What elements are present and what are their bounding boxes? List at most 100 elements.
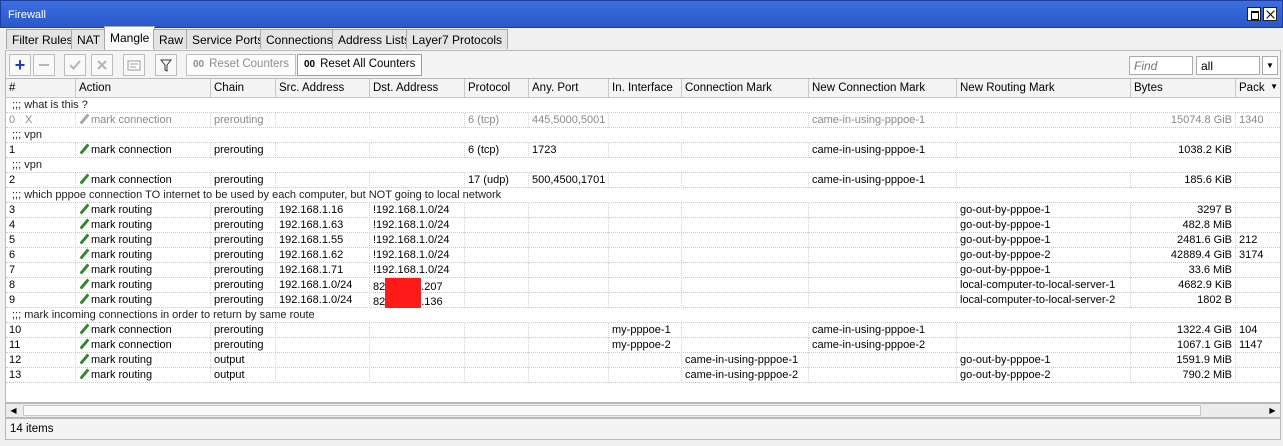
rule-new-connection-mark [809, 203, 957, 218]
rule-action-label: mark routing [91, 369, 153, 381]
rule-src-address [276, 323, 370, 338]
rule-in-interface [609, 173, 682, 188]
rule-src-address [276, 353, 370, 368]
tab-service-ports[interactable]: Service Ports [186, 29, 270, 49]
comment-button[interactable] [123, 54, 145, 76]
col-header-in-interface[interactable]: In. Interface [609, 79, 682, 98]
comment-row[interactable]: ;;; vpn [6, 158, 1280, 173]
filter-button[interactable] [155, 54, 177, 76]
add-button[interactable]: + [9, 54, 31, 76]
table-row[interactable]: 6 mark routing prerouting 192.168.1.62 !192.… [6, 248, 1280, 263]
comment-row[interactable]: ;;; which pppoe connection TO internet t… [6, 188, 1280, 203]
table-row[interactable]: 2 mark connection prerouting 17 (udp) 500,45… [6, 173, 1280, 188]
comment-row[interactable]: ;;; vpn [6, 128, 1280, 143]
tab-raw[interactable]: Raw [153, 29, 190, 49]
table-row[interactable]: 10 mark connection prerouting my-pppoe-1 cam… [6, 323, 1280, 338]
rule-packets: 3174 [1236, 248, 1280, 263]
comment-row[interactable]: ;;; mark incoming connections in order t… [6, 308, 1280, 323]
reset-all-counters-button[interactable]: 00 Reset All Counters [297, 54, 423, 76]
rule-flag: X [22, 113, 76, 128]
rule-connection-mark [682, 173, 809, 188]
col-header-new-connection-mark[interactable]: New Connection Mark [809, 79, 957, 98]
rule-dst-address: !192.168.1.0/24 [370, 218, 465, 233]
restore-window-button[interactable] [1247, 7, 1261, 21]
rule-any-port [529, 278, 609, 293]
table-row[interactable]: 3 mark routing prerouting 192.168.1.16 !192.… [6, 203, 1280, 218]
table-row[interactable]: 11 mark connection prerouting my-pppoe-2 cam… [6, 338, 1280, 353]
rule-any-port [529, 233, 609, 248]
rule-protocol [465, 203, 529, 218]
window-titlebar[interactable]: Firewall [0, 0, 1283, 28]
tab-address-lists[interactable]: Address Lists [332, 29, 417, 49]
close-window-button[interactable] [1263, 7, 1277, 21]
rule-number: 9 [9, 294, 16, 306]
rule-number: 13 [9, 369, 22, 381]
rule-action: mark routing [76, 248, 211, 263]
rule-in-interface [609, 263, 682, 278]
col-header-src-address[interactable]: Src. Address [276, 79, 370, 98]
rule-chain: prerouting [211, 203, 276, 218]
col-header-packets[interactable]: Pack ▼ [1236, 79, 1280, 98]
scroll-left-icon[interactable]: ◀ [6, 404, 21, 417]
tab-connections[interactable]: Connections [260, 29, 339, 49]
rule-new-connection-mark [809, 293, 957, 308]
rule-dst-address [370, 323, 465, 338]
col-header-any-port[interactable]: Any. Port [529, 79, 609, 98]
reset-all-counters-label: Reset All Counters [320, 58, 416, 70]
toolbar: + 00 Reset Counters 00 Reset All Counters … [5, 50, 1281, 78]
rule-src-address: 192.168.1.62 [276, 248, 370, 263]
remove-button[interactable] [33, 54, 55, 76]
rule-connection-mark [682, 338, 809, 353]
comment-row[interactable]: ;;; what is this ? [6, 98, 1280, 113]
table-row[interactable]: 12 mark routing output came-in-using-pppoe-… [6, 353, 1280, 368]
table-row[interactable]: 1 mark connection prerouting 6 (tcp) 1723 cam… [6, 143, 1280, 158]
table-row[interactable]: 0 Xmark connection prerouting 6 (tcp) 445,50… [6, 113, 1280, 128]
rule-dst-address: 82 .136 [370, 293, 465, 308]
table-row[interactable]: 9 mark routing prerouting 192.168.1.0/24 82.… [6, 293, 1280, 308]
tab-filter-rules[interactable]: Filter Rules [6, 29, 79, 49]
table-row[interactable]: 7 mark routing prerouting 192.168.1.71 !192.… [6, 263, 1280, 278]
rule-src-address [276, 173, 370, 188]
col-header-action[interactable]: Action [76, 79, 211, 98]
col-header-protocol[interactable]: Protocol [465, 79, 529, 98]
table-row[interactable]: 5 mark routing prerouting 192.168.1.55 !192.… [6, 233, 1280, 248]
table-row[interactable]: 13 mark routing output came-in-using-pppoe-… [6, 368, 1280, 383]
tab-layer7-protocols[interactable]: Layer7 Protocols [406, 29, 509, 49]
col-header-chain[interactable]: Chain [211, 79, 276, 98]
scrollbar-thumb[interactable] [23, 405, 1201, 416]
col-header-connection-mark[interactable]: Connection Mark [682, 79, 809, 98]
rule-action-label: mark routing [91, 354, 153, 366]
column-menu-icon[interactable]: ▼ [1270, 82, 1278, 91]
tab-nat[interactable]: NAT [71, 29, 107, 49]
scroll-right-icon[interactable]: ▶ [1265, 404, 1280, 417]
filter-select[interactable]: all [1196, 56, 1260, 75]
rule-protocol [465, 353, 529, 368]
col-header-number[interactable]: # [6, 79, 76, 98]
find-input[interactable] [1129, 56, 1193, 75]
rule-action: mark routing [76, 353, 211, 368]
rule-action-label: mark connection [91, 174, 172, 186]
rule-src-address [276, 368, 370, 383]
rule-comment: ;;; mark incoming connections in order t… [12, 309, 315, 321]
enable-button[interactable] [64, 54, 86, 76]
rule-bytes: 15074.8 GiB [1131, 113, 1236, 128]
rule-packets [1236, 353, 1280, 368]
col-header-dst-address[interactable]: Dst. Address [370, 79, 465, 98]
rule-chain: prerouting [211, 338, 276, 353]
rule-action: mark connection [76, 173, 211, 188]
col-header-bytes[interactable]: Bytes [1131, 79, 1236, 98]
table-row[interactable]: 4 mark routing prerouting 192.168.1.63 !192.… [6, 218, 1280, 233]
reset-counters-button[interactable]: 00 Reset Counters [186, 54, 297, 76]
horizontal-scrollbar[interactable]: ◀ ▶ [5, 403, 1281, 418]
rule-any-port: 1723 [529, 143, 609, 158]
tab-mangle[interactable]: Mangle [104, 26, 156, 50]
filter-dropdown-arrow[interactable]: ▼ [1262, 56, 1278, 75]
rule-bytes: 185.6 KiB [1131, 173, 1236, 188]
counter-icon: 00 [304, 59, 316, 70]
rule-packets [1236, 218, 1280, 233]
pencil-icon [79, 144, 89, 154]
col-header-new-routing-mark[interactable]: New Routing Mark [957, 79, 1131, 98]
rule-flag [22, 248, 76, 263]
disable-button[interactable] [91, 54, 113, 76]
table-row[interactable]: 8 mark routing prerouting 192.168.1.0/24 82.… [6, 278, 1280, 293]
